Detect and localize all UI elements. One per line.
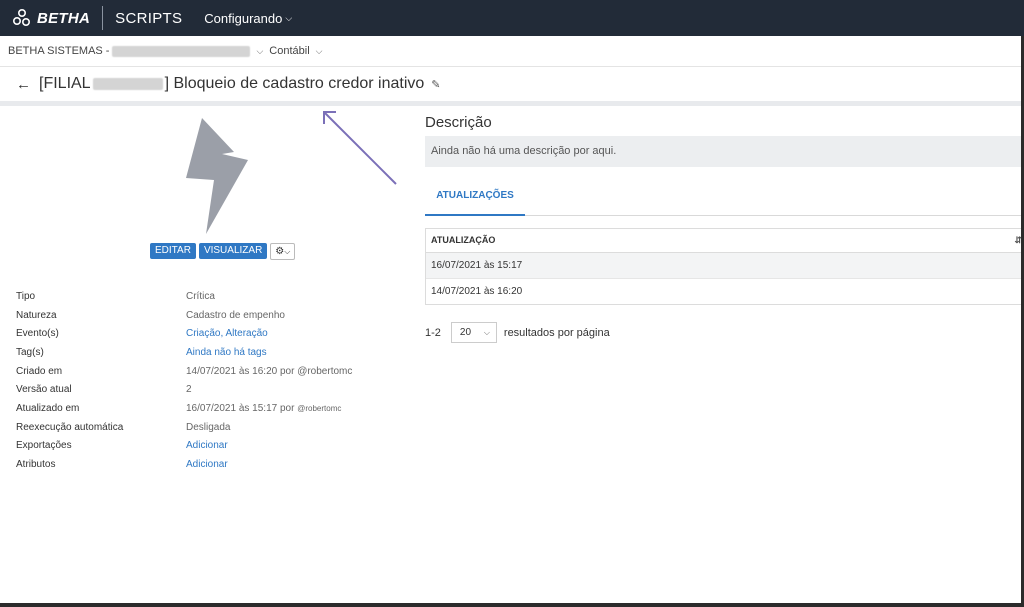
property-value: Cadastro de empenho — [186, 309, 285, 321]
property-key: Atributos — [16, 459, 56, 471]
pagination-range: 1-2 — [425, 326, 441, 339]
property-value: Crítica — [186, 290, 215, 302]
page-size-value: 20 — [459, 327, 472, 338]
property-row: Atributos Adicionar — [16, 455, 406, 474]
property-row: Reexecução automática Desligada — [16, 418, 406, 437]
property-value: 2 — [186, 384, 192, 396]
title-suffix: ] Bloqueio de cadastro credor inativo — [164, 75, 425, 92]
chevron-down-icon: ⌵ — [284, 247, 291, 256]
module-selector[interactable]: Contábil — [269, 45, 309, 57]
property-row: Natureza Cadastro de empenho — [16, 306, 406, 325]
entity-label: BETHA SISTEMAS - — [8, 45, 110, 57]
settings-dropdown-button[interactable]: ⚙⌵ — [270, 243, 296, 260]
tags-link[interactable]: Ainda não há tags — [186, 347, 267, 358]
property-row: Criado em 14/07/2021 às 16:20 por @rober… — [16, 362, 406, 381]
property-row: Atualizado em 16/07/2021 às 15:17 por @r… — [16, 399, 406, 418]
property-key: Natureza — [16, 309, 57, 321]
updated-by-user: @robertomc — [297, 403, 342, 413]
property-key: Versão atual — [16, 384, 72, 396]
table-row[interactable]: 16/07/2021 às 15:17 — [426, 253, 1024, 279]
property-value: 14/07/2021 às 16:20 por @robertomc — [186, 365, 353, 377]
brand-logo[interactable]: BETHA — [12, 8, 90, 28]
property-value: 16/07/2021 às 15:17 por @robertomc — [186, 403, 341, 414]
property-key: Atualizado em — [16, 402, 80, 414]
property-key: Reexecução automática — [16, 421, 124, 433]
updates-table: ATUALIZAÇÃO ⇵ 16/07/2021 às 15:17 14/07/… — [425, 228, 1024, 305]
chevron-down-icon: ⌵ — [483, 327, 490, 337]
lightning-bolt-icon — [186, 118, 248, 234]
property-key: Exportações — [16, 440, 72, 452]
property-key: Evento(s) — [16, 328, 59, 340]
property-row: Tag(s) Ainda não há tags — [16, 343, 406, 362]
updated-at-text: 16/07/2021 às 15:17 por — [186, 402, 295, 414]
top-navbar: BETHA SCRIPTS Configurando ⌵ — [0, 0, 1024, 36]
window-frame-bottom — [0, 603, 1024, 607]
configurando-menu-label: Configurando — [204, 10, 283, 26]
entity-chevron-down-icon[interactable]: ⌵ — [256, 46, 263, 57]
description-heading: Descrição — [425, 114, 492, 131]
pagination-label: resultados por página — [503, 326, 610, 339]
events-link[interactable]: Criação, Alteração — [186, 328, 268, 339]
configurando-menu[interactable]: Configurando ⌵ — [204, 11, 292, 26]
context-bar: BETHA SISTEMAS - ⌵ Contábil ⌵ — [0, 36, 1024, 67]
title-prefix: [FILIAL — [39, 75, 91, 92]
annotation-arrow-icon — [323, 111, 397, 185]
view-button[interactable]: VISUALIZAR — [198, 243, 268, 259]
add-attribute-link[interactable]: Adicionar — [186, 459, 228, 470]
gear-icon: ⚙ — [275, 246, 285, 257]
property-row: Versão atual 2 — [16, 380, 406, 399]
property-value: Desligada — [186, 421, 231, 433]
chevron-down-icon: ⌵ — [285, 12, 293, 23]
edit-pencil-icon[interactable]: ✎ — [431, 78, 440, 91]
column-header-label: ATUALIZAÇÃO — [431, 235, 496, 245]
description-box[interactable]: Ainda não há uma descrição por aqui. — [425, 136, 1024, 167]
main-content: Descrição Ainda não há uma descrição por… — [425, 106, 1024, 343]
property-row: Exportações Adicionar — [16, 437, 406, 456]
property-key: Tipo — [16, 290, 36, 302]
divider — [102, 6, 104, 30]
script-actions: EDITAR VISUALIZAR ⚙⌵ — [150, 243, 296, 260]
redacted-filial-name — [92, 78, 163, 90]
page-title: [FILIAL ] Bloqueio de cadastro credor in… — [39, 75, 441, 93]
redacted-entity-name — [112, 45, 251, 57]
tab-bar: ATUALIZAÇÕES — [425, 185, 1024, 216]
property-row: Evento(s) Criação, Alteração — [16, 324, 406, 343]
property-row: Tipo Crítica — [16, 287, 406, 306]
app-name[interactable]: SCRIPTS — [115, 10, 182, 27]
back-arrow-icon[interactable]: ← — [16, 76, 31, 93]
properties-list: Tipo Crítica Natureza Cadastro de empenh… — [16, 287, 406, 474]
betha-logo-icon — [12, 8, 31, 27]
brand-name: BETHA — [37, 9, 91, 27]
column-header-update[interactable]: ATUALIZAÇÃO ⇵ — [426, 229, 1024, 253]
pagination: 1-2 20 ⌵ resultados por página — [425, 322, 1024, 343]
tab-updates[interactable]: ATUALIZAÇÕES — [425, 185, 525, 216]
property-key: Criado em — [16, 365, 63, 377]
property-key: Tag(s) — [16, 346, 44, 358]
add-export-link[interactable]: Adicionar — [186, 440, 228, 451]
edit-button[interactable]: EDITAR — [150, 243, 196, 259]
page-size-select[interactable]: 20 ⌵ — [450, 322, 497, 343]
module-chevron-down-icon[interactable]: ⌵ — [316, 46, 323, 57]
page-header: ← [FILIAL ] Bloqueio de cadastro credor … — [0, 67, 1024, 101]
table-row[interactable]: 14/07/2021 às 16:20 — [426, 279, 1024, 304]
